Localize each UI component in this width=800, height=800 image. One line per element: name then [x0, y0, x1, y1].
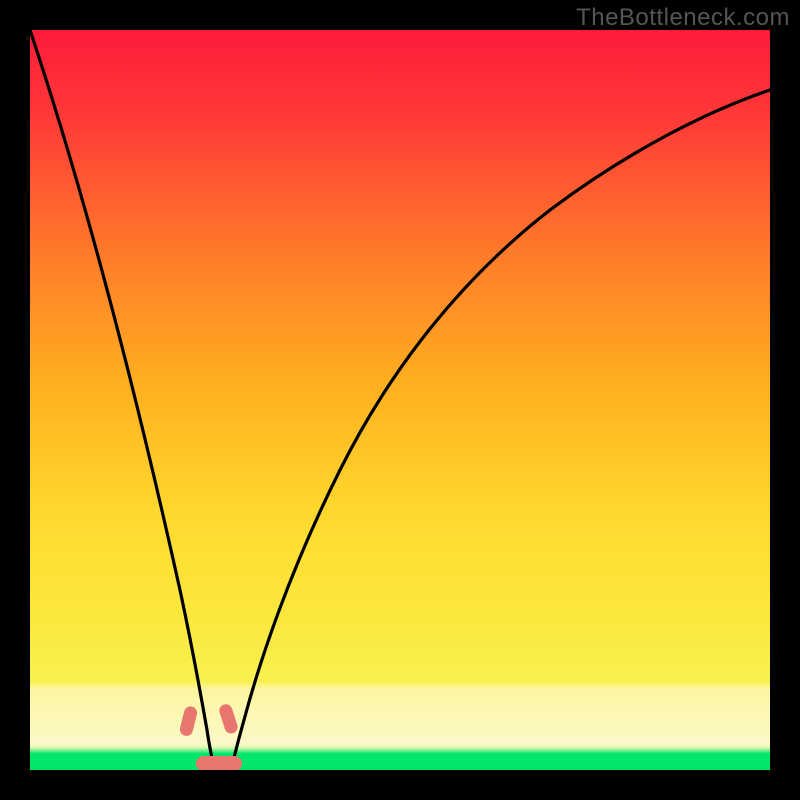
curve-path [30, 30, 770, 768]
plot-area [30, 30, 770, 770]
chart-frame: TheBottleneck.com [0, 0, 800, 800]
bottleneck-curve [30, 30, 770, 770]
marker-valley-base [196, 756, 242, 770]
watermark-text: TheBottleneck.com [576, 4, 790, 32]
markers [179, 703, 242, 770]
marker-right-shoulder [218, 703, 240, 736]
marker-left-shoulder [179, 705, 199, 737]
